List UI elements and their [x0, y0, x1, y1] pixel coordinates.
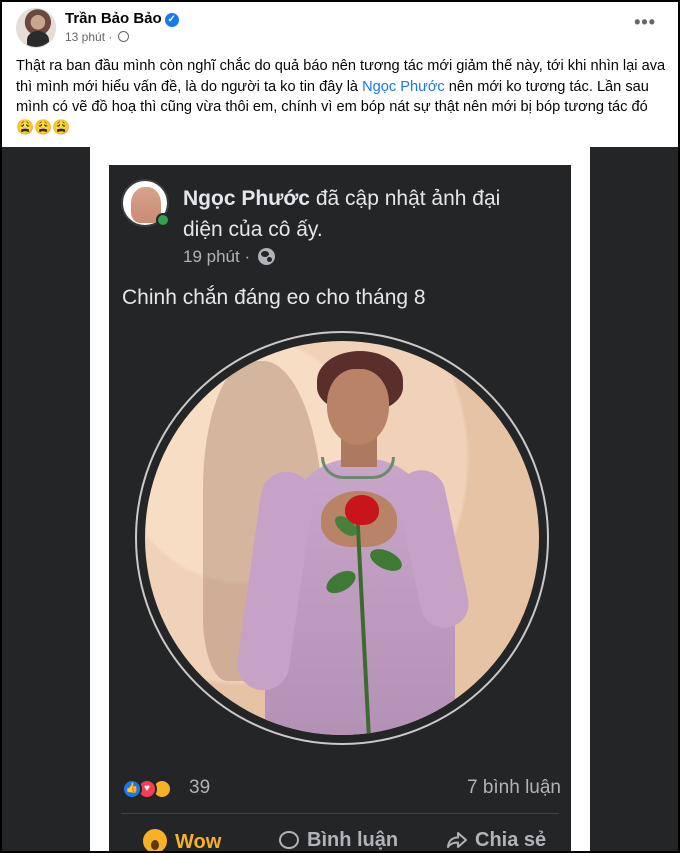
post-time[interactable]: 13 phút: [65, 30, 105, 44]
photo-face: [327, 369, 389, 445]
profile-photo-frame: [135, 331, 549, 745]
profile-photo[interactable]: [145, 341, 539, 735]
shared-post-title: Ngọc Phước đã cập nhật ảnh đại diện của …: [183, 183, 543, 245]
share-icon: [447, 832, 467, 848]
author-name[interactable]: Trần Bảo Bảo: [65, 10, 162, 27]
share-button[interactable]: Chia sẻ: [447, 829, 546, 851]
reaction-count[interactable]: 39: [189, 777, 210, 799]
photo-necklace: [321, 457, 395, 479]
facebook-post: Trần Bảo Bảo ✓ 13 phút · ••• Thật ra ban …: [2, 2, 678, 147]
shared-post-time[interactable]: 19 phút ·: [183, 247, 255, 266]
share-label: Chia sẻ: [475, 829, 547, 851]
wow-button[interactable]: Wow: [143, 829, 221, 851]
author-name-row: Trần Bảo Bảo ✓: [65, 10, 179, 27]
globe-icon: [257, 248, 275, 265]
author-avatar[interactable]: [16, 8, 56, 48]
shared-post-meta: 19 phút ·: [183, 247, 275, 267]
online-status-dot: [156, 213, 170, 227]
verified-icon: ✓: [164, 13, 179, 27]
more-icon[interactable]: •••: [634, 12, 656, 33]
comment-button[interactable]: Bình luận: [279, 829, 398, 851]
comment-icon: [279, 831, 299, 849]
wow-label: Wow: [175, 831, 222, 851]
comment-label: Bình luận: [307, 829, 399, 851]
comment-count[interactable]: 7 bình luận: [467, 777, 561, 799]
wow-icon: [143, 829, 167, 851]
divider: [121, 813, 559, 814]
shared-caption: Chinh chắn đáng eo cho tháng 8: [122, 286, 426, 309]
screenshot-frame: Trần Bảo Bảo ✓ 13 phút · ••• Thật ra ban …: [2, 2, 678, 851]
globe-icon: [117, 31, 129, 42]
shared-author-name[interactable]: Ngọc Phước: [183, 187, 310, 210]
shared-post-card: Ngọc Phước đã cập nhật ảnh đại diện của …: [109, 165, 571, 851]
mention-link[interactable]: Ngọc Phước: [362, 79, 445, 95]
post-meta: 13 phút ·: [65, 30, 129, 44]
rose-flower: [345, 495, 379, 525]
post-text: Thật ra ban đầu mình còn nghĩ chắc do qu…: [16, 56, 666, 138]
like-reaction-icon: 👍: [122, 779, 142, 799]
